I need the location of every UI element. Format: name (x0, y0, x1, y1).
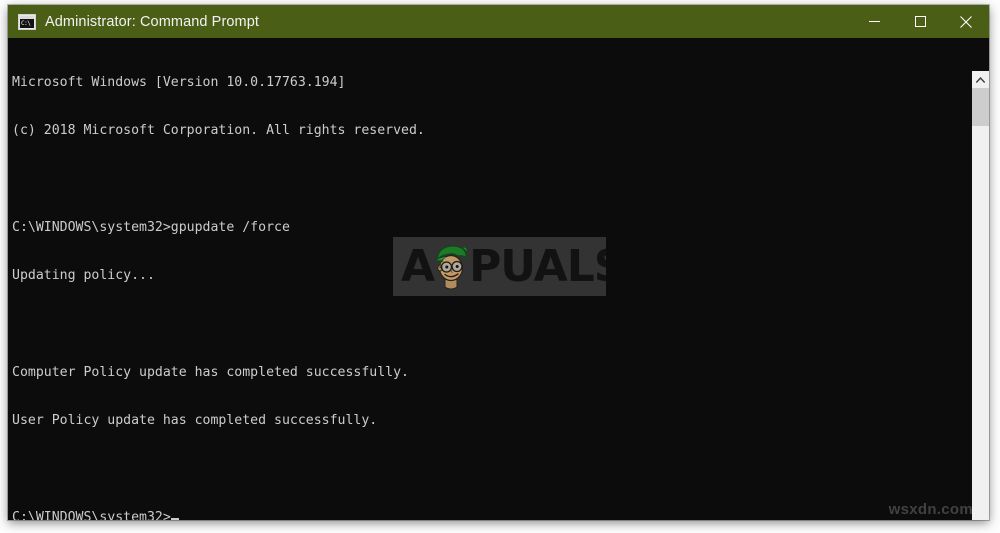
window-title: Administrator: Command Prompt (45, 13, 260, 30)
console-cursor (170, 517, 179, 520)
appuals-mascot-icon (431, 241, 471, 293)
appuals-logo-watermark: A PUAL (393, 237, 606, 296)
console-line: User Policy update has completed success… (12, 413, 378, 429)
console-scrollbar[interactable] (972, 71, 989, 520)
maximize-icon (914, 16, 926, 27)
site-watermark: wsxdn.com (888, 501, 973, 518)
window-controls (851, 5, 989, 38)
console-output-area[interactable]: Microsoft Windows [Version 10.0.17763.19… (8, 38, 989, 520)
maximize-button[interactable] (897, 5, 943, 38)
console-line: Computer Policy update has completed suc… (12, 364, 409, 380)
console-text-buffer: Microsoft Windows [Version 10.0.17763.19… (12, 43, 425, 520)
mascot-face-icon (436, 244, 468, 289)
console-line: Microsoft Windows [Version 10.0.17763.19… (12, 75, 346, 91)
scrollbar-thumb[interactable] (972, 88, 989, 126)
console-line: Updating policy... (12, 268, 155, 284)
console-line-command: C:\WINDOWS\system32>gpupdate /force (12, 220, 290, 236)
close-icon (960, 15, 972, 28)
console-prompt-line: C:\WINDOWS\system32> (12, 510, 425, 520)
cmd-console-icon: C:\ (18, 13, 36, 30)
logo-letter-a: A (401, 240, 435, 292)
scrollbar-track[interactable] (972, 88, 989, 520)
console-prompt: C:\WINDOWS\system32> (12, 509, 171, 520)
cmd-icon-prompt-text: C:\ (20, 18, 34, 28)
window-titlebar[interactable]: C:\ Administrator: Command Prompt (8, 5, 989, 38)
minimize-button[interactable] (851, 5, 897, 38)
close-button[interactable] (943, 5, 989, 38)
console-line: (c) 2018 Microsoft Corporation. All righ… (12, 123, 425, 139)
logo-text-puals: PUALS (469, 240, 606, 292)
chevron-up-icon (976, 76, 985, 83)
scroll-up-button[interactable] (972, 71, 989, 88)
minimize-icon (868, 21, 880, 22)
command-prompt-window: C:\ Administrator: Command Prompt Micros… (8, 5, 989, 520)
screenshot-root: C:\ Administrator: Command Prompt Micros… (0, 0, 1000, 533)
